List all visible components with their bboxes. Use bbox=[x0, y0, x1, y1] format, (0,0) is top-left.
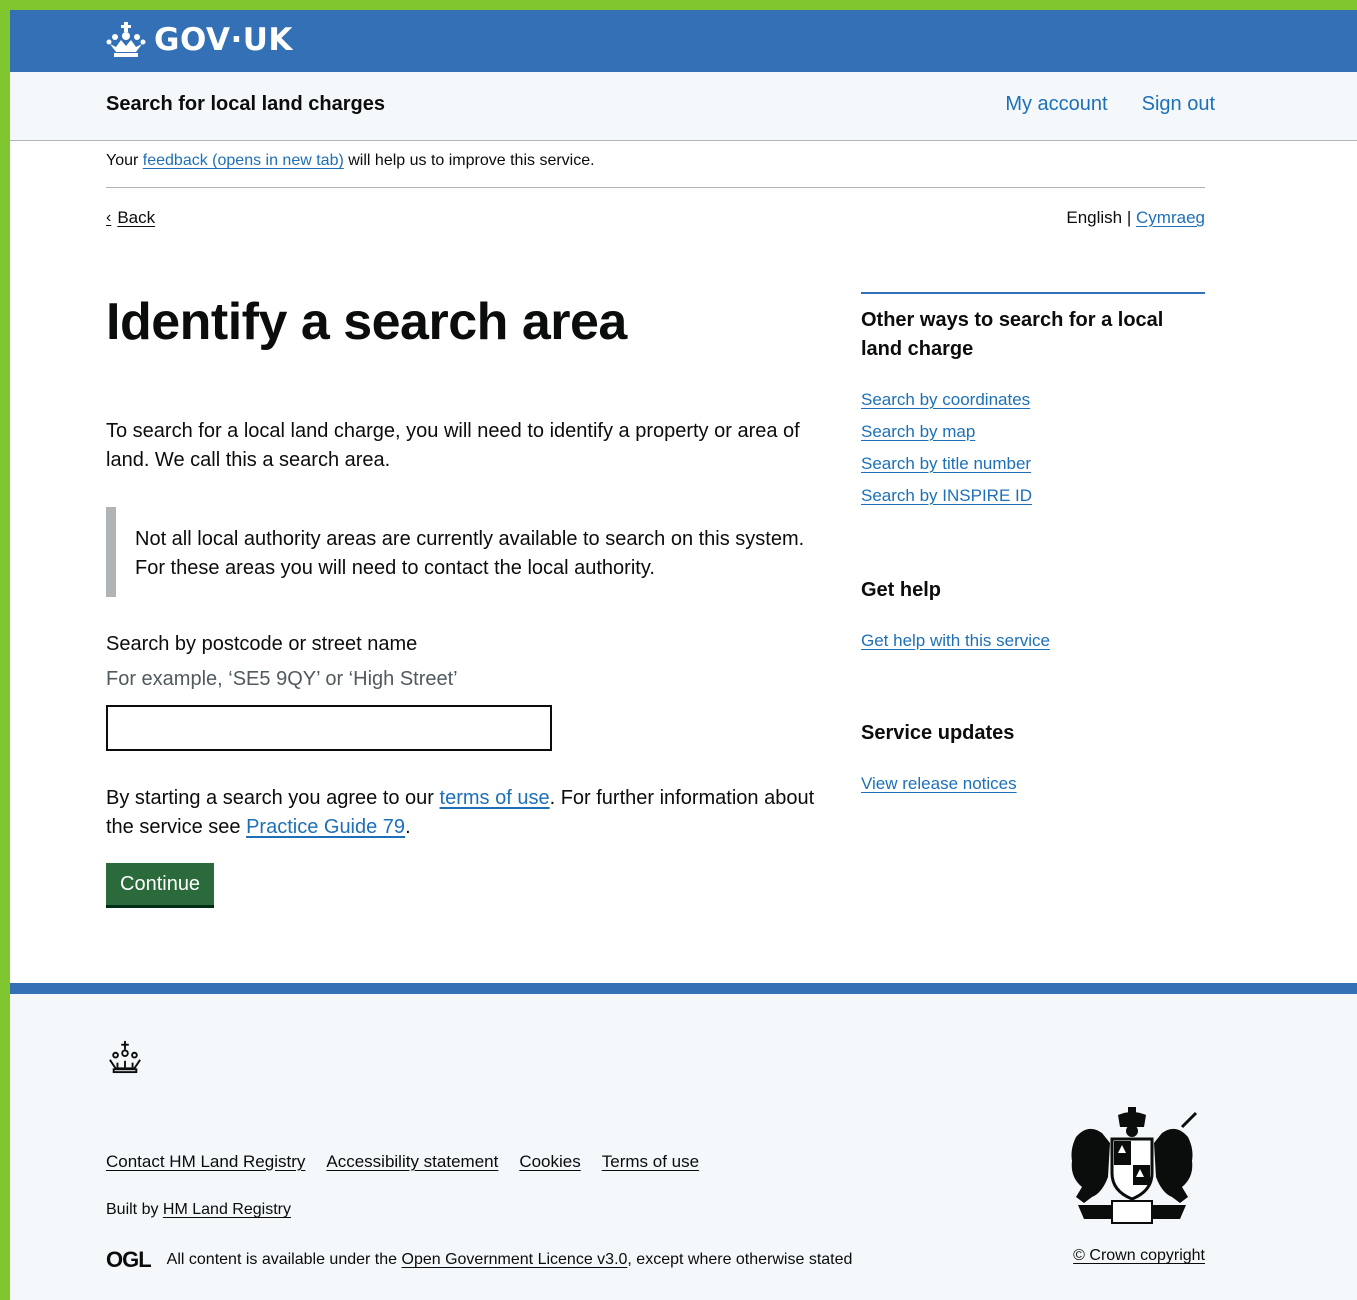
terms-link[interactable]: Terms of use bbox=[602, 1152, 699, 1172]
licence-suffix: , except where otherwise stated bbox=[627, 1251, 853, 1268]
language-switcher: English | Cymraeg bbox=[1066, 208, 1205, 228]
continue-button[interactable]: Continue bbox=[106, 863, 215, 906]
other-ways-section: Other ways to search for a local land ch… bbox=[861, 292, 1205, 506]
search-by-title-number-link[interactable]: Search by title number bbox=[861, 454, 1031, 473]
footer: Contact HM Land Registry Accessibility s… bbox=[10, 983, 1357, 1300]
service-updates-heading: Service updates bbox=[861, 722, 1015, 744]
other-ways-heading: Other ways to search for a local land ch… bbox=[861, 309, 1164, 360]
search-label: Search by postcode or street name bbox=[106, 633, 418, 656]
terms-text: By starting a search you agree to our te… bbox=[106, 784, 826, 842]
crown-icon bbox=[106, 22, 146, 57]
feedback-prefix: Your bbox=[106, 152, 139, 169]
list-item: View release notices bbox=[861, 774, 1205, 794]
intro-text: To search for a local land charge, you w… bbox=[106, 420, 800, 472]
footer-links: Contact HM Land Registry Accessibility s… bbox=[106, 1152, 699, 1172]
list-item: Search by map bbox=[861, 422, 1205, 442]
other-ways-list: Search by coordinates Search by map Sear… bbox=[861, 390, 1205, 506]
feedback-link[interactable]: feedback (opens in new tab) bbox=[143, 152, 344, 169]
accessibility-link[interactable]: Accessibility statement bbox=[326, 1152, 498, 1172]
hm-land-registry-link[interactable]: HM Land Registry bbox=[163, 1201, 291, 1218]
service-navigation: Search for local land charges My account… bbox=[10, 72, 1357, 141]
terms-of-use-link[interactable]: terms of use bbox=[440, 787, 550, 809]
get-help-list: Get help with this service bbox=[861, 631, 1205, 651]
get-help-link[interactable]: Get help with this service bbox=[861, 631, 1050, 650]
govuk-logo-text: GOV·UK bbox=[154, 22, 293, 58]
main-content: Identify a search area To search for a l… bbox=[106, 292, 1205, 906]
search-input[interactable] bbox=[106, 705, 552, 752]
search-by-coordinates-link[interactable]: Search by coordinates bbox=[861, 390, 1030, 409]
account-nav: My account Sign out bbox=[1005, 93, 1215, 116]
search-by-inspire-id-link[interactable]: Search by INSPIRE ID bbox=[861, 486, 1032, 505]
licence-prefix: All content is available under the bbox=[166, 1251, 398, 1268]
list-item: Search by INSPIRE ID bbox=[861, 486, 1205, 506]
back-link-label: Back bbox=[117, 208, 156, 227]
my-account-link[interactable]: My account bbox=[1005, 93, 1107, 116]
copyright: © Crown copyright bbox=[1073, 1247, 1205, 1265]
list-item: Search by coordinates bbox=[861, 390, 1205, 410]
ogl-licence-link[interactable]: Open Government Licence v3.0 bbox=[402, 1251, 628, 1269]
practice-guide-link[interactable]: Practice Guide 79 bbox=[246, 816, 405, 838]
service-updates-list: View release notices bbox=[861, 774, 1205, 794]
sidebar: Other ways to search for a local land ch… bbox=[861, 292, 1205, 905]
language-separator: | bbox=[1126, 208, 1132, 227]
licence-statement: OGL All content is available under the O… bbox=[106, 1247, 852, 1273]
contact-link[interactable]: Contact HM Land Registry bbox=[106, 1152, 305, 1172]
get-help-heading: Get help bbox=[861, 579, 942, 601]
royal-crest-icon bbox=[1071, 1107, 1198, 1224]
search-by-map-link[interactable]: Search by map bbox=[861, 422, 975, 441]
language-cymraeg-link[interactable]: Cymraeg bbox=[1136, 208, 1205, 227]
govuk-logo-link[interactable]: GOV·UK bbox=[106, 20, 293, 60]
chevron-left-icon: ‹ bbox=[106, 209, 112, 226]
content-container: Your feedback (opens in new tab) will he… bbox=[106, 141, 1205, 906]
language-current: English bbox=[1066, 208, 1123, 227]
feedback-suffix: will help us to improve this service. bbox=[348, 152, 595, 169]
feedback-banner: Your feedback (opens in new tab) will he… bbox=[106, 141, 1205, 188]
crown-copyright-link[interactable]: © Crown copyright bbox=[1073, 1247, 1205, 1264]
page-title: Identify a search area bbox=[106, 293, 627, 351]
terms-end: . bbox=[405, 816, 411, 839]
main-column: Identify a search area To search for a l… bbox=[106, 292, 861, 906]
list-item: Get help with this service bbox=[861, 631, 1205, 651]
get-help-section: Get help Get help with this service bbox=[861, 576, 1205, 651]
sign-out-link[interactable]: Sign out bbox=[1142, 93, 1215, 116]
back-link[interactable]: ‹ Back bbox=[106, 208, 155, 228]
sub-navigation: ‹ Back English | Cymraeg bbox=[106, 208, 1205, 228]
page-frame: GOV·UK Search for local land charges My … bbox=[10, 10, 1357, 1300]
service-updates-section: Service updates View release notices bbox=[861, 719, 1205, 794]
service-name[interactable]: Search for local land charges bbox=[106, 93, 385, 116]
search-hint: For example, ‘SE5 9QY’ or ‘High Street’ bbox=[106, 668, 458, 691]
inset-text: Not all local authority areas are curren… bbox=[106, 507, 826, 598]
release-notices-link[interactable]: View release notices bbox=[861, 774, 1017, 793]
ogl-logo: OGL bbox=[106, 1247, 152, 1272]
list-item: Search by title number bbox=[861, 454, 1205, 474]
terms-prefix: By starting a search you agree to our bbox=[106, 787, 434, 810]
built-by-prefix: Built by bbox=[106, 1201, 159, 1218]
crown-icon bbox=[109, 1040, 141, 1074]
govuk-header: GOV·UK bbox=[10, 10, 1357, 72]
built-by: Built by HM Land Registry bbox=[106, 1201, 291, 1219]
cookies-link[interactable]: Cookies bbox=[519, 1152, 580, 1172]
